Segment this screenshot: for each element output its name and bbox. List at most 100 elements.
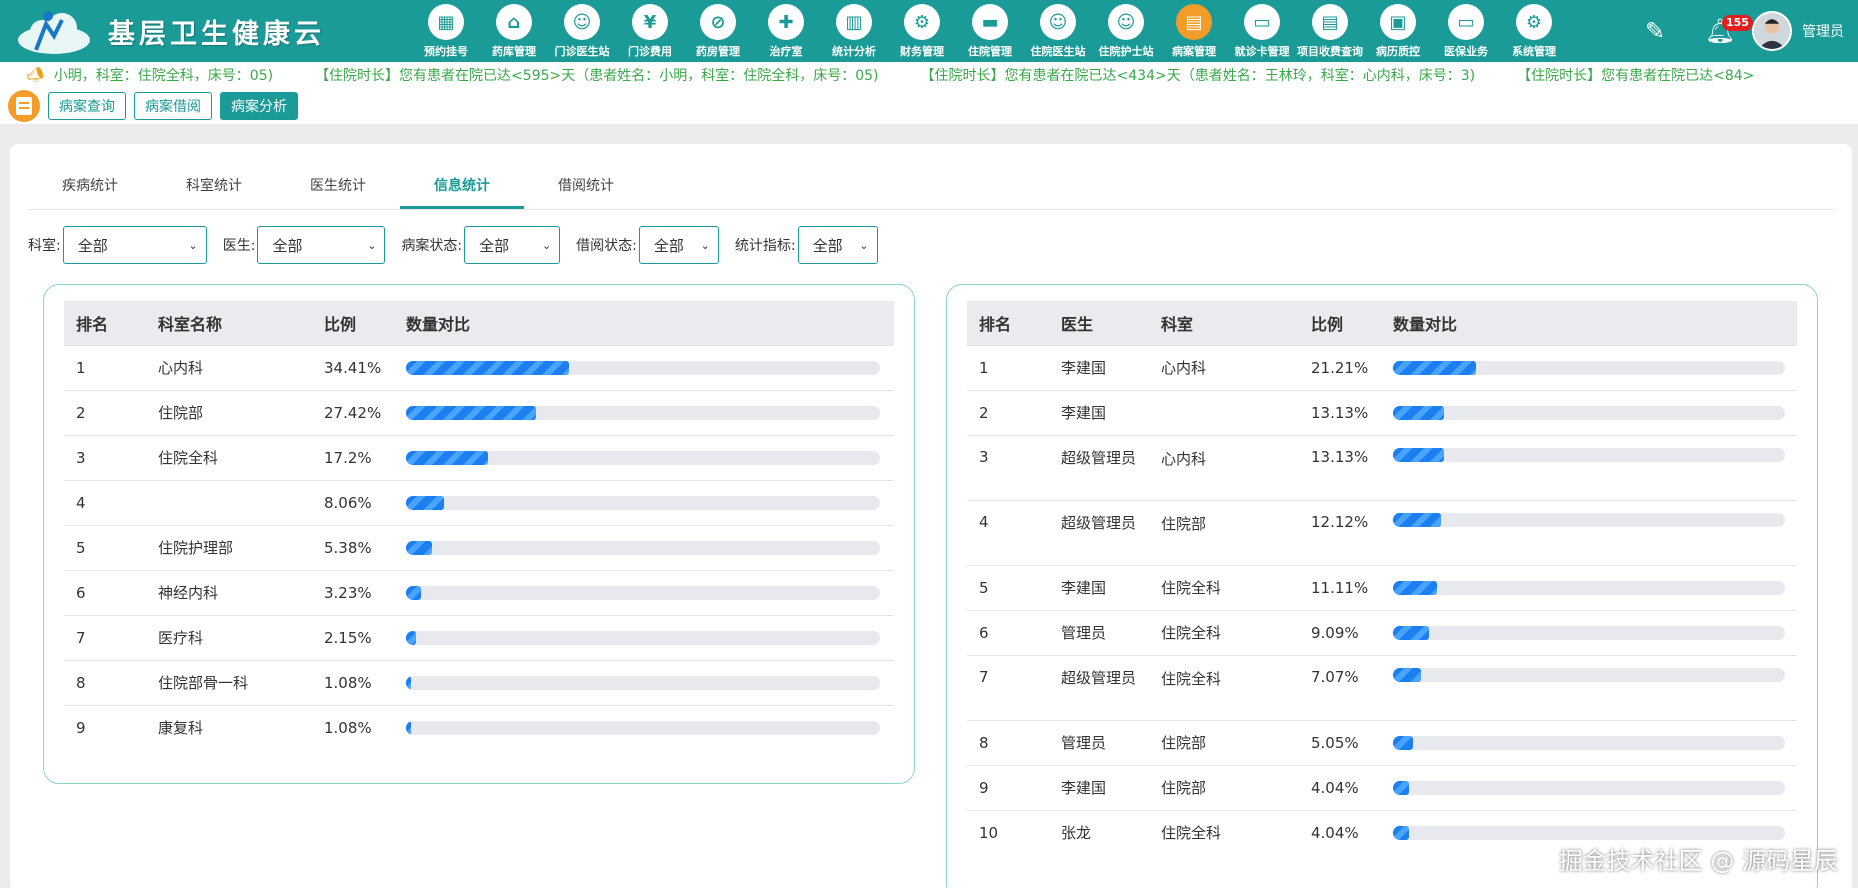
table-row[interactable]: 4 8.06% xyxy=(64,479,894,525)
table-row[interactable]: 8 住院部骨一科 1.08% xyxy=(64,659,894,705)
dept-cell: 住院全科 xyxy=(1149,609,1299,655)
nav-item[interactable]: ⚙ 财务管理 xyxy=(888,0,956,62)
notification-badge: 155 xyxy=(1722,15,1753,31)
ratio-cell: 13.13% xyxy=(1299,434,1381,500)
metric-select[interactable]: 全部 ⌄ xyxy=(797,226,878,264)
nav-item[interactable]: ▤ 病案管理 xyxy=(1160,0,1228,62)
table-row[interactable]: 1 李建国 心内科 21.21% xyxy=(967,344,1797,390)
rank-cell: 4 xyxy=(64,479,146,525)
doctor-cell: 超级管理员 xyxy=(1049,434,1149,500)
nav-item[interactable]: ▭ 医保业务 xyxy=(1432,0,1500,62)
count-bar-cell xyxy=(394,569,894,615)
table-row[interactable]: 1 心内科 34.41% xyxy=(64,344,894,390)
nav-item[interactable]: ☺ 住院护士站 xyxy=(1092,0,1160,62)
nav-item[interactable]: ▥ 统计分析 xyxy=(820,0,888,62)
inpatient-doctor-icon: ☺ xyxy=(1040,4,1076,40)
dept-select[interactable]: 全部 ⌄ xyxy=(62,226,207,264)
cloud-logo-icon xyxy=(18,11,90,54)
tab-borrow-stats[interactable]: 借阅统计 xyxy=(524,166,648,209)
table-row[interactable]: 5 住院护理部 5.38% xyxy=(64,524,894,570)
progress-bar-fill xyxy=(406,540,432,555)
case-query-button[interactable]: 病案查询 xyxy=(48,92,126,120)
table-row[interactable]: 7 医疗科 2.15% xyxy=(64,614,894,660)
progress-bar-track xyxy=(406,405,880,420)
dept-select-value: 全部 xyxy=(77,236,108,255)
progress-bar-track xyxy=(1393,405,1785,420)
nav-item[interactable]: ☺ 住院医生站 xyxy=(1024,0,1092,62)
dept-cell: 住院全科 xyxy=(1149,809,1299,855)
metric-select-value: 全部 xyxy=(812,236,843,255)
borrow-status-filter-label: 借阅状态: xyxy=(576,238,637,254)
tab-disease-stats[interactable]: 疾病统计 xyxy=(28,166,152,209)
table-row[interactable]: 9 李建国 住院部 4.04% xyxy=(967,764,1797,810)
col-count-compare: 数量对比 xyxy=(394,301,894,345)
table-row[interactable]: 7 超级管理员 住院全科 7.07% xyxy=(967,654,1797,720)
progress-bar-track xyxy=(406,450,880,465)
nav-item-label: 药库管理 xyxy=(492,45,536,58)
count-bar-cell xyxy=(1381,609,1797,655)
table-row[interactable]: 8 管理员 住院部 5.05% xyxy=(967,719,1797,765)
table-row[interactable]: 4 超级管理员 住院部 12.12% xyxy=(967,499,1797,565)
nav-item[interactable]: ⌂ 药库管理 xyxy=(480,0,548,62)
rank-cell: 3 xyxy=(967,434,1049,500)
nav-item[interactable]: ⊘ 药房管理 xyxy=(684,0,752,62)
progress-bar-track xyxy=(1393,780,1785,795)
table-row[interactable]: 9 康复科 1.08% xyxy=(64,704,894,750)
progress-bar-track xyxy=(406,630,880,645)
ratio-cell: 1.08% xyxy=(312,704,394,750)
doctor-stats-table: 排名 医生 科室 比例 数量对比 1 李建国 心内科 21.21% 2 李建国 13.13%… xyxy=(967,301,1797,855)
app-logo[interactable]: 基层卫生健康云 xyxy=(14,4,334,58)
chevron-down-icon: ⌄ xyxy=(188,238,198,252)
pencil-icon[interactable]: ✎ xyxy=(1640,16,1670,46)
borrow-status-select[interactable]: 全部 ⌄ xyxy=(638,226,719,264)
app-title: 基层卫生健康云 xyxy=(108,18,325,50)
case-status-select[interactable]: 全部 ⌄ xyxy=(464,226,561,264)
nav-item-label: 药房管理 xyxy=(696,45,740,58)
ratio-cell: 27.42% xyxy=(312,389,394,435)
case-borrow-button[interactable]: 病案借阅 xyxy=(134,92,212,120)
table-row[interactable]: 3 住院全科 17.2% xyxy=(64,434,894,480)
notification-bell-icon[interactable]: 🔔︎ 155 xyxy=(1700,11,1753,51)
user-name[interactable]: 管理员 xyxy=(1802,21,1844,41)
table-row[interactable]: 5 李建国 住院全科 11.11% xyxy=(967,564,1797,610)
tab-info-stats[interactable]: 信息统计 xyxy=(400,166,524,209)
rank-cell: 8 xyxy=(967,719,1049,765)
borrow-status-filter: 借阅状态: 全部 ⌄ xyxy=(576,226,719,264)
nav-item[interactable]: ▦ 预约挂号 xyxy=(412,0,480,62)
nav-item[interactable]: ☺ 门诊医生站 xyxy=(548,0,616,62)
notice-message: 【住院时长】您有患者在院已达<595>天（患者姓名：小明，科室：住院全科，床号：… xyxy=(315,68,879,84)
table-row[interactable]: 3 超级管理员 心内科 13.13% xyxy=(967,434,1797,500)
nav-item-label: 住院医生站 xyxy=(1030,45,1086,58)
tab-doctor-stats[interactable]: 医生统计 xyxy=(276,166,400,209)
nav-item[interactable]: ▣ 病历质控 xyxy=(1364,0,1432,62)
case-analysis-button[interactable]: 病案分析 xyxy=(220,92,298,120)
nav-item[interactable]: ✚ 治疗室 xyxy=(752,0,820,62)
avatar[interactable] xyxy=(1752,11,1792,51)
ratio-cell: 7.07% xyxy=(1299,654,1381,720)
nav-item[interactable]: ▤ 项目收费查询 xyxy=(1296,0,1364,62)
chart-icon: ▥ xyxy=(836,4,872,40)
col-ratio: 比例 xyxy=(312,301,394,345)
table-row[interactable]: 2 住院部 27.42% xyxy=(64,389,894,435)
doctor-select[interactable]: 全部 ⌄ xyxy=(257,226,386,264)
doctor-cell: 李建国 xyxy=(1049,764,1149,810)
rank-cell: 9 xyxy=(967,764,1049,810)
dept-stats-card: 排名 科室名称 比例 数量对比 1 心内科 34.41% 2 住院部 27.42% 3 住院全… xyxy=(43,284,915,784)
nav-item[interactable]: ¥ 门诊费用 xyxy=(616,0,684,62)
table-header-row: 排名 科室名称 比例 数量对比 xyxy=(64,301,894,345)
nav-item[interactable]: ▬ 住院管理 xyxy=(956,0,1024,62)
progress-bar-fill xyxy=(406,405,536,420)
table-row[interactable]: 2 李建国 13.13% xyxy=(967,389,1797,435)
nav-item[interactable]: ⚙ 系统管理 xyxy=(1500,0,1568,62)
ratio-cell: 12.12% xyxy=(1299,499,1381,565)
nav-item[interactable]: ▭ 就诊卡管理 xyxy=(1228,0,1296,62)
table-row[interactable]: 6 管理员 住院全科 9.09% xyxy=(967,609,1797,655)
progress-bar-fill xyxy=(1393,447,1445,462)
table-row[interactable]: 6 神经内科 3.23% xyxy=(64,569,894,615)
calendar-icon: ▦ xyxy=(428,4,464,40)
chevron-down-icon: ⌄ xyxy=(700,238,710,252)
nav-item-label: 住院管理 xyxy=(968,45,1012,58)
col-ratio: 比例 xyxy=(1299,301,1381,345)
progress-bar-track xyxy=(406,495,880,510)
tab-dept-stats[interactable]: 科室统计 xyxy=(152,166,276,209)
